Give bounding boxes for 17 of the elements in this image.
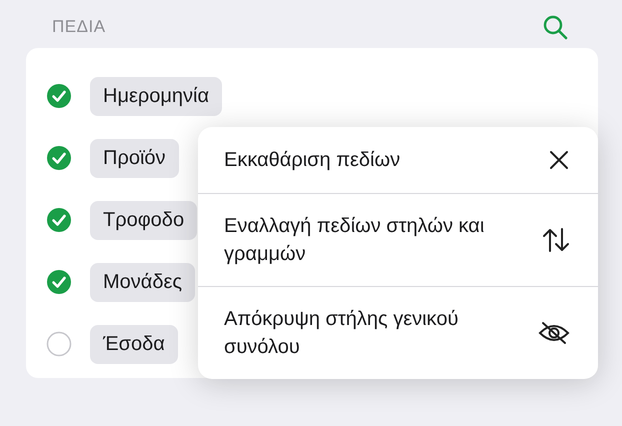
menu-item[interactable]: Απόκρυψη στήλης γενικού συνόλου: [198, 286, 598, 379]
checkmark-icon[interactable]: [46, 145, 72, 171]
field-tag[interactable]: Τροφοδο: [90, 200, 198, 240]
close-icon: [548, 149, 570, 171]
search-icon[interactable]: [542, 14, 568, 40]
eye-slash-icon: [538, 321, 570, 345]
field-tag[interactable]: Μονάδες: [90, 262, 196, 302]
checkmark-icon[interactable]: [46, 207, 72, 233]
checkmark-icon[interactable]: [46, 83, 72, 109]
field-tag[interactable]: Ημερομηνία: [90, 76, 222, 116]
field-tag[interactable]: Προϊόν: [90, 138, 179, 178]
section-title: ΠΕΔΙΑ: [52, 17, 106, 37]
menu-item[interactable]: Εκκαθάριση πεδίων: [198, 127, 598, 193]
menu-item[interactable]: Εναλλαγή πεδίων στηλών και γραμμών: [198, 193, 598, 286]
field-tag[interactable]: Έσοδα: [90, 324, 178, 364]
swap-arrows-icon: [542, 227, 570, 253]
checkmark-icon[interactable]: [46, 269, 72, 295]
